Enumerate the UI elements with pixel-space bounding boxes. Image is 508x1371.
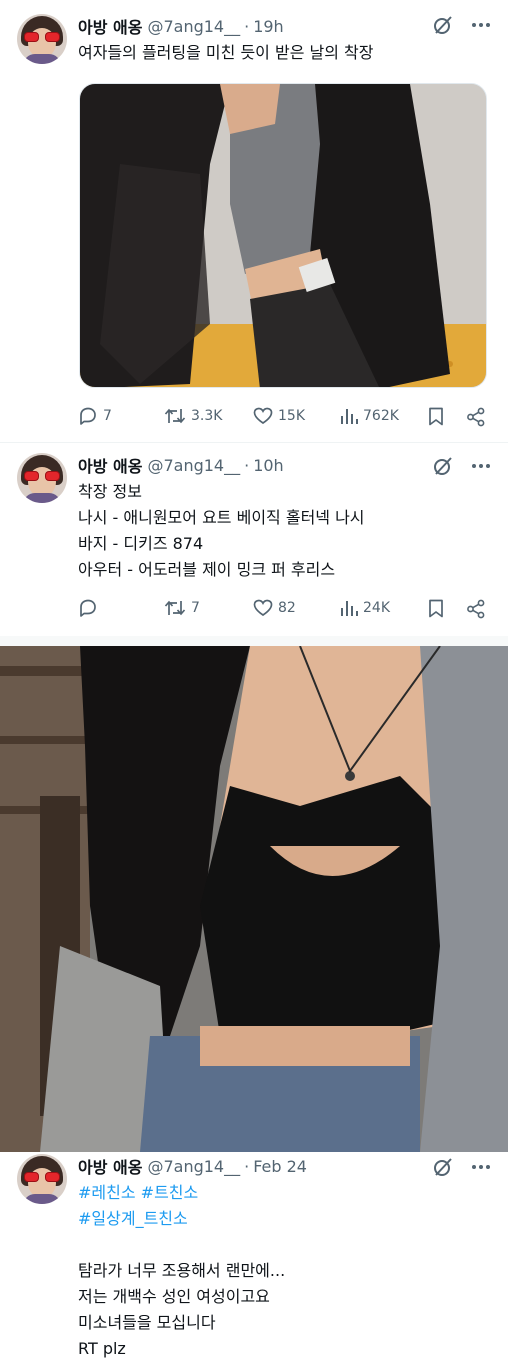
retweet-button[interactable]: 3.3K [164,407,222,425]
bookmark-button[interactable] [428,599,444,618]
hashtag[interactable]: #일상계_트친소 [78,1209,188,1228]
tweet-2[interactable]: 아방 애옹 @7ang14__ · 10h 착장 정보 나시 - 애니원모어 요… [0,443,508,635]
reply-button[interactable]: 7 [78,407,112,425]
like-icon [253,407,273,425]
tweet-line: 저는 개백수 성인 여성이고요 [78,1287,270,1306]
tweet-actions: 7 82 24K [78,599,490,619]
tweet-line: 탐라가 너무 조용해서 랜만에... [78,1261,286,1280]
retweet-count: 7 [191,600,200,616]
reply-count: 7 [103,408,112,424]
views-icon [341,601,358,616]
timestamp[interactable]: Feb 24 [253,1157,307,1176]
avatar[interactable] [17,1154,67,1204]
hashtag[interactable]: #레친소 [78,1183,136,1202]
retweet-icon [164,600,186,616]
tweet-line: 여자들의 플러팅을 미친 듯이 받은 날의 착장 [78,43,374,62]
tweet-line: 나시 - 애니원모어 요트 베이직 홀터넥 나시 [78,508,365,527]
hashtag-line: #레친소 #트친소 [78,1180,285,1206]
views-button[interactable]: 762K [340,407,399,425]
more-icon[interactable] [472,463,490,469]
share-icon [467,599,485,619]
tweet-actions: 7 3.3K 15K 762K [78,407,490,427]
separator: · [244,455,250,475]
timestamp[interactable]: 19h [253,17,284,36]
display-name[interactable]: 아방 애옹 [78,1154,142,1178]
avatar[interactable] [17,453,67,503]
views-icon [341,409,358,424]
tweet-header: 아방 애옹 @7ang14__ · 19h [78,14,284,38]
share-button[interactable] [466,407,486,427]
tweet-line: 바지 - 디키즈 874 [78,534,204,553]
views-button[interactable]: 24K [340,599,390,617]
reply-icon [80,407,96,425]
bookmark-icon [429,407,443,426]
retweet-button[interactable]: 7 [164,599,200,617]
tweet-text: 착장 정보 나시 - 애니원모어 요트 베이직 홀터넥 나시 바지 - 디키즈 … [78,479,365,583]
bookmark-button[interactable] [428,407,444,426]
grok-icon[interactable] [432,455,454,477]
more-icon[interactable] [472,22,490,28]
display-name[interactable]: 아방 애옹 [78,14,142,38]
user-handle[interactable]: @7ang14__ [147,456,240,475]
tweet-line: 미소녀들을 모십니다 [78,1313,216,1332]
share-icon [467,407,485,427]
like-button[interactable]: 15K [253,407,305,425]
tweet-line: 아우터 - 어도러블 제이 밍크 퍼 후리스 [78,560,336,579]
timestamp[interactable]: 10h [253,456,284,475]
separator-gap [0,636,508,646]
header-icons [432,1156,490,1178]
retweet-count: 3.3K [191,408,223,424]
header-icons [432,14,490,36]
bookmark-icon [429,599,443,618]
user-handle[interactable]: @7ang14__ [147,1157,240,1176]
tweet-header: 아방 애옹 @7ang14__ · 10h [78,453,284,477]
reply-button[interactable] [78,599,103,617]
grok-icon[interactable] [432,1156,454,1178]
like-count: 15K [278,408,305,424]
grok-icon[interactable] [432,14,454,36]
retweet-icon [164,408,186,424]
display-name[interactable]: 아방 애옹 [78,453,142,477]
tweet-line: RT plz [78,1339,126,1358]
tweet-text: 여자들의 플러팅을 미친 듯이 받은 날의 착장 [78,40,373,66]
hashtag[interactable]: #트친소 [141,1183,199,1202]
header-icons [432,455,490,477]
hashtag-line: #일상계_트친소 [78,1206,285,1232]
separator: · [244,16,250,36]
like-button[interactable]: 82 [253,599,296,617]
reply-icon [80,599,96,617]
user-handle[interactable]: @7ang14__ [147,17,240,36]
avatar[interactable] [17,14,67,64]
tweet-photo[interactable] [79,83,487,388]
like-icon [253,599,273,617]
tweet-line: 착장 정보 [78,482,142,501]
more-icon[interactable] [472,1164,490,1170]
photo[interactable] [0,646,508,1152]
like-count: 82 [278,600,296,616]
share-button[interactable] [466,599,486,619]
separator: · [244,1156,250,1176]
tweet-3[interactable]: 아방 애옹 @7ang14__ · Feb 24 #레친소 #트친소 #일상계_… [0,1152,508,1371]
tweet-header: 아방 애옹 @7ang14__ · Feb 24 [78,1154,307,1178]
tweet-1[interactable]: 아방 애옹 @7ang14__ · 19h 여자들의 플러팅을 미친 듯이 받은… [0,0,508,440]
view-count: 762K [363,408,399,424]
tweet-text: #레친소 #트친소 #일상계_트친소 탐라가 너무 조용해서 랜만에... 저는… [78,1180,285,1362]
view-count: 24K [363,600,390,616]
